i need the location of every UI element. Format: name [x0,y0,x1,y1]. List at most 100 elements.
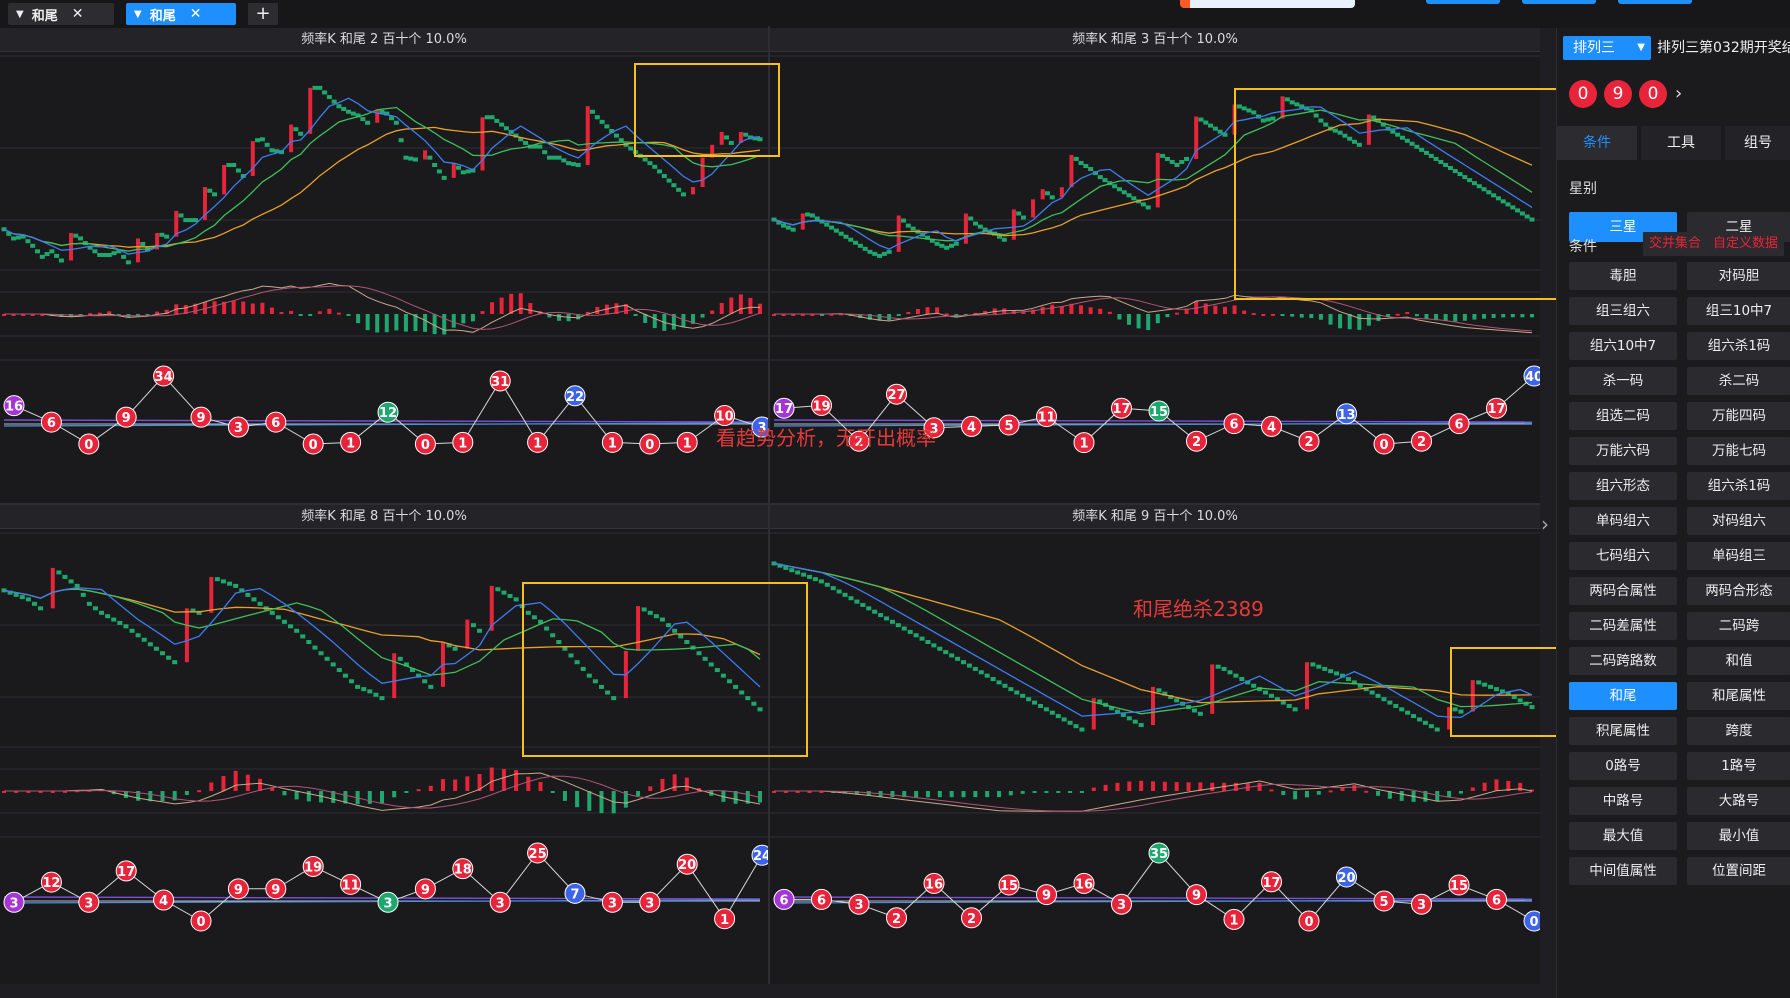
condition-button[interactable]: 万能四码 [1687,402,1790,430]
tab-group[interactable]: 组号 [1725,126,1790,160]
tab-conditions[interactable]: 条件 [1557,126,1637,160]
candle-down [907,629,913,634]
candle-down [949,243,955,248]
condition-button[interactable]: 二码差属性 [1569,612,1677,640]
condition-button[interactable]: 两码合形态 [1687,577,1790,605]
tab-hewei-2[interactable]: ▼ 和尾 ✕ [126,3,236,25]
candle-up [289,124,294,153]
condition-button[interactable]: 大路号 [1687,787,1790,815]
candle-down [34,249,40,254]
condition-button[interactable]: 组选二码 [1569,402,1677,430]
candle-down [125,260,131,265]
condition-button[interactable]: 中路号 [1569,787,1677,815]
candle-down [807,574,813,579]
candle-down [1088,167,1094,172]
candle-down [1322,666,1328,671]
condition-button[interactable]: 毒胆 [1569,262,1677,290]
macd-bar [906,311,911,314]
candle-down [1263,690,1269,695]
condition-button[interactable]: 组六杀1码 [1687,332,1790,360]
highlight-box [1234,88,1566,300]
candle-down [275,615,281,620]
macd-bar [1186,782,1191,791]
caret-down-icon[interactable]: ▼ [16,9,24,20]
macd-bar [710,310,715,314]
candle-down [836,589,842,594]
top-button[interactable] [1522,0,1596,4]
macd-bar [1242,310,1247,314]
condition-button[interactable]: 1路号 [1687,752,1790,780]
side-tabs: 条件 工具 组号 [1557,126,1790,160]
condition-button[interactable]: 对码胆 [1687,262,1790,290]
macd-bar [155,311,160,314]
caret-down-icon[interactable]: ▼ [134,9,142,20]
candle-down [264,142,270,147]
union-set-chip[interactable]: 交并集合 [1643,232,1708,256]
condition-button[interactable]: 0路号 [1569,752,1677,780]
condition-button[interactable]: 两码合属性 [1569,577,1677,605]
macd-bar [212,301,217,314]
candle-down [269,610,275,615]
condition-button[interactable]: 中间值属性 [1569,857,1677,885]
chart-title: 频率K 和尾 9 百十个 10.0% [770,505,1540,529]
macd-bar [1098,308,1103,314]
tab-tools[interactable]: 工具 [1641,126,1721,160]
candle-down [432,163,438,167]
macd-bar [1139,780,1144,791]
chevron-right-icon[interactable]: › [1675,80,1689,108]
condition-button[interactable]: 杀二码 [1687,367,1790,395]
candle-down [1043,707,1049,712]
macd-bar [1044,791,1049,793]
panel-divider[interactable] [768,26,770,984]
candle-down [838,231,844,236]
condition-button[interactable]: 积尾属性 [1569,717,1677,745]
candle-down [881,251,887,256]
candle-down [1286,703,1292,708]
add-tab-button[interactable]: + [248,3,278,25]
condition-button[interactable]: 组三10中7 [1687,297,1790,325]
close-icon[interactable]: ✕ [190,6,202,22]
macd-bar [652,314,657,329]
condition-button[interactable]: 最大值 [1569,822,1677,850]
candle-up [50,567,55,609]
candle-down [398,138,404,143]
condition-button[interactable]: 跨度 [1687,717,1790,745]
number-ball-label: 1 [720,913,729,928]
condition-button[interactable]: 和尾 [1569,682,1677,710]
top-button[interactable] [1426,0,1500,4]
condition-button[interactable]: 杀一码 [1569,367,1677,395]
candle-down [1217,129,1223,134]
condition-button[interactable]: 和尾属性 [1687,682,1790,710]
condition-button[interactable]: 二码跨路数 [1569,647,1677,675]
condition-button[interactable]: 单码组六 [1569,507,1677,535]
condition-button[interactable]: 组六形态 [1569,472,1677,500]
number-ball-label: 15 [1150,405,1168,420]
condition-button[interactable]: 单码组三 [1687,542,1790,570]
condition-button[interactable]: 万能六码 [1569,437,1677,465]
condition-button[interactable]: 组三组六 [1569,297,1677,325]
condition-button[interactable]: 万能七码 [1687,437,1790,465]
candle-down [350,111,356,116]
candle-down [326,95,332,100]
condition-button[interactable]: 七码组六 [1569,542,1677,570]
condition-button[interactable]: 组六杀1码 [1687,472,1790,500]
chevron-right-icon[interactable]: › [1536,512,1554,536]
close-icon[interactable]: ✕ [72,6,84,22]
condition-button[interactable]: 位置间距 [1687,857,1790,885]
custom-data-chip[interactable]: 自定义数据 [1707,232,1785,256]
condition-button[interactable]: 对码组六 [1687,507,1790,535]
condition-button[interactable]: 二码跨 [1687,612,1790,640]
top-button[interactable] [1618,0,1692,4]
macd-bar [375,314,380,333]
condition-button[interactable]: 组六10中7 [1569,332,1677,360]
candle-down [140,241,146,246]
chart-panel-4[interactable]: 频率K 和尾 9 百十个 10.0% 6 6 3 2 16 2 15 9 16 3 35 9 1 17 0 2… [770,505,1540,984]
candle-down [1126,716,1132,721]
lottery-select[interactable]: 排列三 ▼ [1563,36,1651,60]
candle-down [853,240,859,245]
panel-divider[interactable] [0,503,1540,505]
condition-button[interactable]: 最小值 [1687,822,1790,850]
tab-hewei-1[interactable]: ▼ 和尾 ✕ [8,3,114,25]
macd-bar [1364,790,1369,793]
condition-button[interactable]: 和值 [1687,647,1790,675]
